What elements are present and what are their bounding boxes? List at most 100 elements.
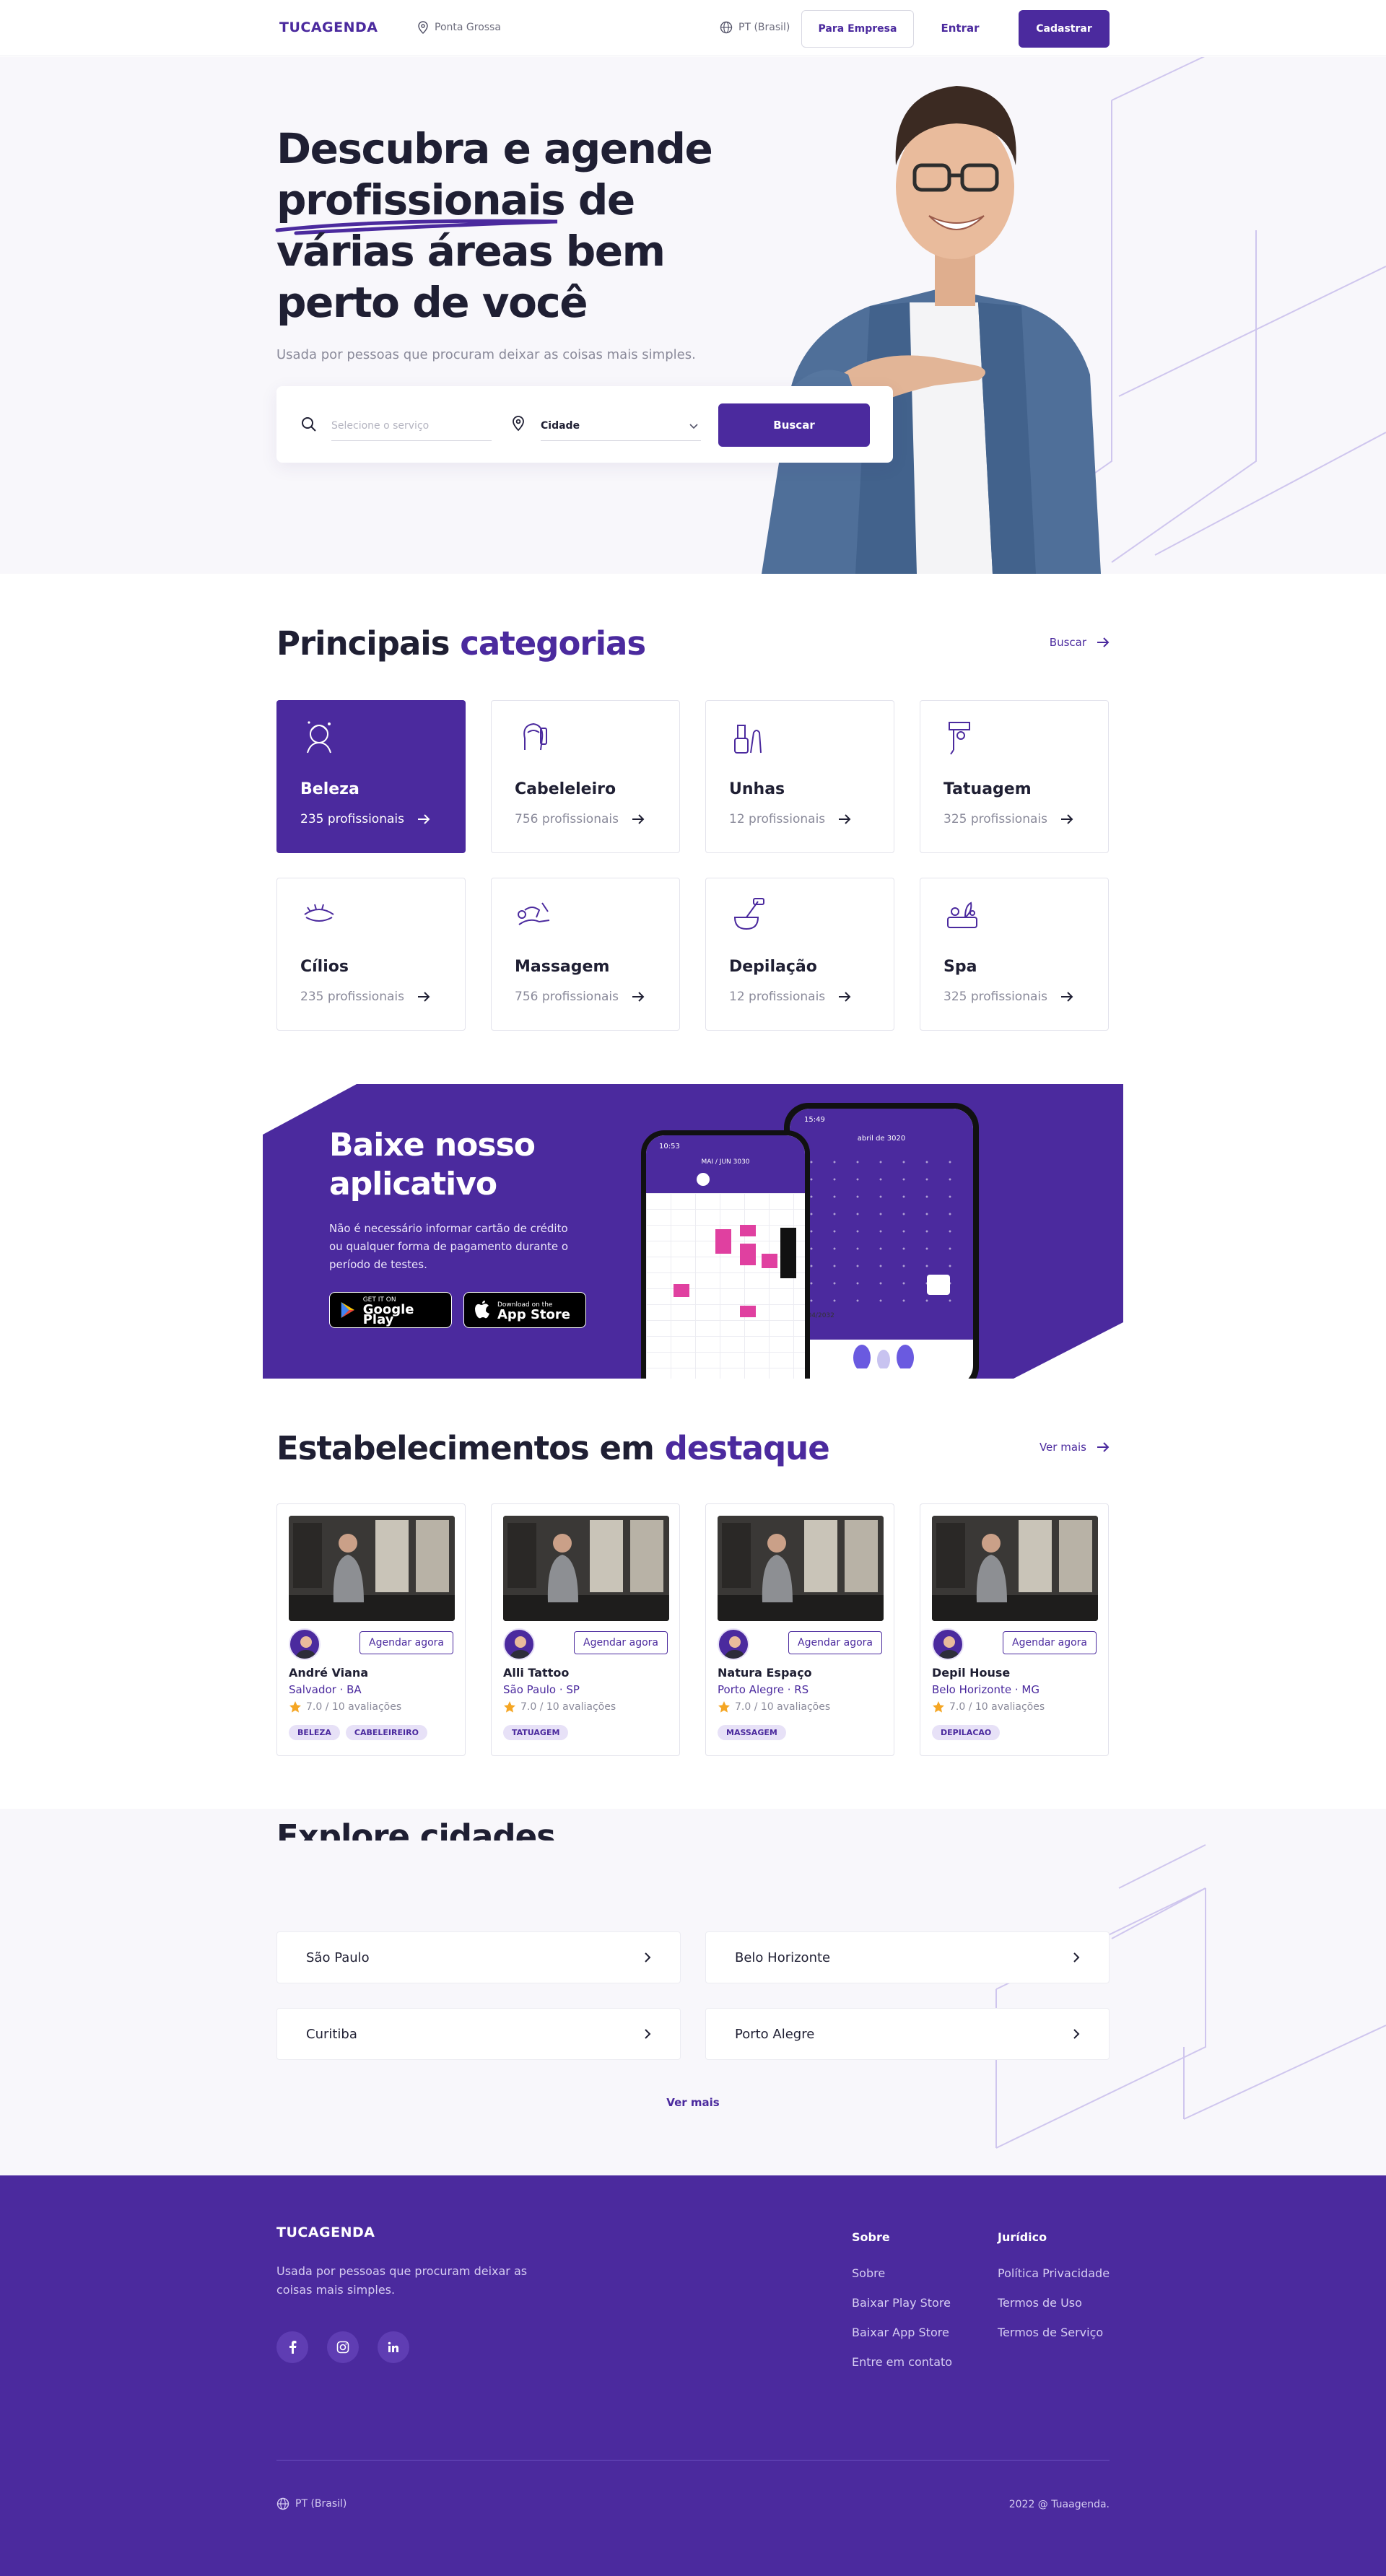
business-button[interactable]: Para Empresa (801, 10, 914, 48)
service-input[interactable]: Selecione o serviço (331, 412, 492, 441)
event-block (674, 1284, 689, 1297)
footer-divider (276, 2460, 1110, 2461)
categories-search-label: Buscar (1049, 636, 1086, 649)
category-count-text: 235 profissionais (300, 990, 404, 1004)
city-select-value: Cidade (541, 420, 580, 432)
hero-title-line4: perto de você (276, 278, 588, 327)
category-card-beleza[interactable]: Beleza 235 profissionais (276, 700, 466, 853)
language-label: PT (Brasil) (738, 22, 790, 33)
establishment-card[interactable]: Agendar agora André Viana Salvador · BA 7.0… (276, 1503, 466, 1756)
tag-list: BELEZA CABELEIREIRO (289, 1724, 433, 1740)
facebook-icon (289, 2341, 297, 2354)
category-name: Cabeleleiro (515, 780, 616, 798)
category-card-tatuagem[interactable]: Tatuagem 325 profissionais (920, 700, 1109, 853)
search-button[interactable]: Buscar (718, 403, 870, 447)
featured-more-link[interactable]: Ver mais (1040, 1441, 1110, 1454)
footer-link-termos-servico[interactable]: Termos de Serviço (998, 2326, 1103, 2339)
category-count: 235 profissionais (300, 990, 430, 1004)
category-count-text: 756 profissionais (515, 812, 619, 826)
google-play-button[interactable]: GET IT ON Google Play (329, 1292, 452, 1328)
category-count-text: 12 profissionais (729, 990, 826, 1004)
apple-icon (475, 1301, 489, 1319)
footer: TUCAGENDA Usada por pessoas que procuram… (0, 2175, 1386, 2576)
book-now-button[interactable]: Agendar agora (359, 1631, 453, 1654)
footer-link-app-store[interactable]: Baixar App Store (852, 2326, 949, 2339)
linkedin-icon (388, 2341, 398, 2352)
category-count-text: 325 profissionais (943, 812, 1047, 826)
category-name: Depilação (729, 958, 817, 976)
establishment-card[interactable]: Agendar agora Natura Espaço Porto Alegre ·… (705, 1503, 894, 1756)
eyelash-icon (304, 904, 334, 922)
establishment-card[interactable]: Agendar agora Alli Tattoo São Paulo · SP 7.… (491, 1503, 680, 1756)
category-card-spa[interactable]: Spa 325 profissionais (920, 878, 1109, 1031)
footer-link-play-store[interactable]: Baixar Play Store (852, 2296, 951, 2310)
book-now-button[interactable]: Agendar agora (788, 1631, 882, 1654)
category-card-cilios[interactable]: Cílios 235 profissionais (276, 878, 466, 1031)
schedule-grid (646, 1193, 805, 1379)
instagram-link[interactable] (327, 2331, 359, 2363)
footer-link-termos-uso[interactable]: Termos de Uso (998, 2296, 1082, 2310)
location-selector[interactable]: Ponta Grossa (417, 21, 501, 34)
cities-title: Explore cidades (276, 1817, 556, 1841)
banner-text-line2: ou qualquer forma de pagamento durante o (329, 1240, 569, 1253)
arrow-right-icon (839, 992, 851, 1002)
facebook-link[interactable] (276, 2331, 308, 2363)
rating-text: 7.0 / 10 avaliações (306, 1701, 402, 1713)
banner-title-line1: Baixe nosso (329, 1127, 536, 1163)
app-store-button[interactable]: Download on the App Store (463, 1292, 586, 1328)
city-select[interactable]: Cidade (541, 412, 701, 441)
footer-logo[interactable]: TUCAGENDA (276, 2224, 375, 2240)
login-link[interactable]: Entrar (931, 22, 989, 35)
city-card[interactable]: Belo Horizonte (705, 1931, 1110, 1983)
cities-more-link[interactable]: Ver mais (0, 2096, 1386, 2109)
footer-col2-title: Jurídico (998, 2230, 1047, 2244)
city-card[interactable]: Curitiba (276, 2008, 681, 2060)
categories-search-link[interactable]: Buscar (1050, 636, 1110, 649)
footer-col1-title: Sobre (852, 2230, 890, 2244)
book-now-button[interactable]: Agendar agora (1003, 1631, 1097, 1654)
footer-link-sobre[interactable]: Sobre (852, 2266, 885, 2280)
phone2-header: abril de 3020 (857, 1135, 906, 1143)
category-count-text: 756 profissionais (515, 990, 619, 1004)
cities-title-clip: Explore cidades (276, 1809, 1110, 1841)
city-card[interactable]: São Paulo (276, 1931, 681, 1983)
chevron-down-icon (689, 424, 698, 429)
banner-title-line2: aplicativo (329, 1166, 497, 1202)
city-card[interactable]: Porto Alegre (705, 2008, 1110, 2060)
event-block (740, 1225, 756, 1236)
star-icon (504, 1701, 515, 1713)
map-pin-icon (513, 416, 524, 432)
event-block (740, 1244, 756, 1265)
salon-photo (718, 1516, 884, 1621)
phone-mockup-schedule: 10:53 MAI / JUN 3030 (641, 1130, 810, 1379)
linkedin-link[interactable] (378, 2331, 409, 2363)
footer-link-contato[interactable]: Entre em contato (852, 2355, 952, 2369)
category-count: 12 profissionais (729, 812, 851, 826)
footer-link-privacidade[interactable]: Política Privacidade (998, 2266, 1110, 2280)
category-tag: DEPILACAO (932, 1725, 1001, 1740)
hero-title-line2-end: de (565, 175, 635, 224)
avatar (718, 1628, 749, 1660)
footer-language-selector[interactable]: PT (Brasil) (276, 2497, 346, 2510)
category-card-massagem[interactable]: Massagem 756 profissionais (491, 878, 680, 1031)
featured-title-accent: destaque (664, 1429, 830, 1467)
phone1-time: 10:53 (659, 1143, 680, 1151)
featured-section: Estabelecimentos em destaque Ver mais Ag… (276, 1379, 1110, 1809)
top-navbar: TUCAGENDA Ponta Grossa PT (Brasil) Para … (0, 0, 1386, 56)
category-card-depilacao[interactable]: Depilação 12 profissionais (705, 878, 894, 1031)
cities-section: Explore cidades São Paulo Belo Horizonte… (0, 1809, 1386, 2175)
language-selector[interactable]: PT (Brasil) (720, 21, 790, 34)
book-now-button[interactable]: Agendar agora (574, 1631, 668, 1654)
signup-button[interactable]: Cadastrar (1019, 10, 1110, 48)
category-card-unhas[interactable]: Unhas 12 profissionais (705, 700, 894, 853)
logo[interactable]: TUCAGENDA (279, 19, 378, 35)
category-card-cabeleleiro[interactable]: Cabeleleiro 756 profissionais (491, 700, 680, 853)
category-name: Unhas (729, 780, 785, 798)
establishment-rating: 7.0 / 10 avaliações (718, 1700, 830, 1713)
instagram-icon (336, 2341, 349, 2354)
location-label: Ponta Grossa (435, 22, 501, 33)
rating-text: 7.0 / 10 avaliações (520, 1701, 616, 1713)
establishment-card[interactable]: Agendar agora Depil House Belo Horizonte ·… (920, 1503, 1109, 1756)
category-tag: TATUAGEM (503, 1725, 569, 1740)
banner-text: Não é necessário informar cartão de créd… (329, 1220, 568, 1274)
